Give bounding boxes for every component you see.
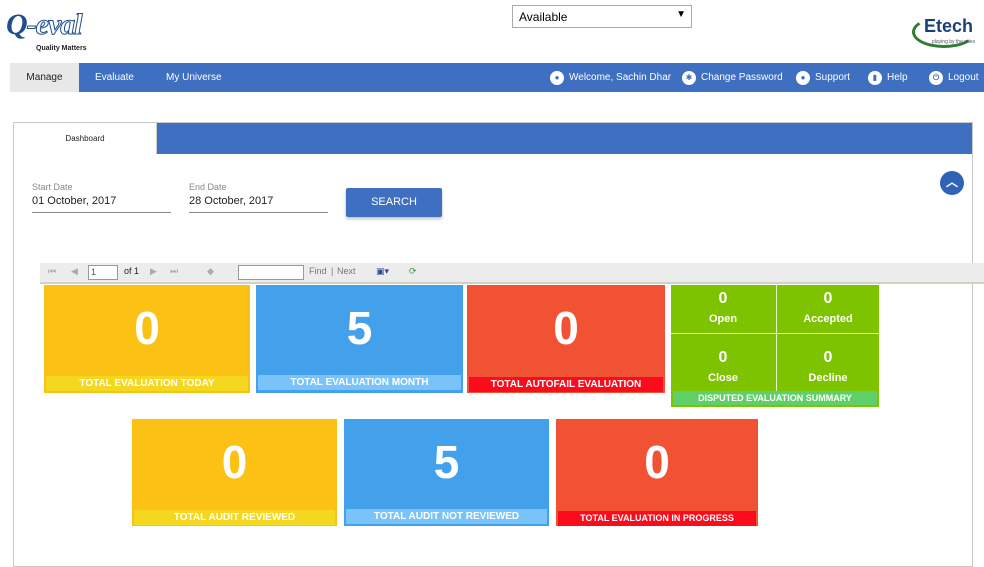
tile-total-evaluation-today[interactable]: 0 TOTAL EVALUATION TODAY	[44, 285, 250, 393]
change-password-link[interactable]: ✱ Change Password	[682, 63, 783, 92]
gear-icon: ✱	[682, 70, 696, 85]
disputed-accepted-label: Accepted	[803, 313, 853, 325]
nav-evaluate[interactable]: Evaluate	[95, 63, 134, 92]
disputed-decline-value: 0	[823, 349, 833, 366]
disputed-accepted[interactable]: 0 Accepted	[776, 290, 880, 325]
welcome-user[interactable]: ● Welcome, Sachin Dhar	[550, 63, 671, 92]
help-link[interactable]: ▮ Help	[868, 63, 908, 92]
page-count-text: of 1	[124, 266, 140, 276]
user-icon: ●	[550, 70, 564, 85]
start-date-input[interactable]: 01 October, 2017	[32, 195, 171, 213]
divider	[671, 333, 879, 334]
etech-wordmark: Etech	[924, 16, 974, 36]
toolbar-separator: |	[331, 266, 334, 276]
power-icon: ⏻	[929, 70, 943, 85]
find-input[interactable]	[238, 265, 304, 280]
tile-total-audit-reviewed[interactable]: 0 TOTAL AUDIT REVIEWED	[132, 419, 337, 526]
back-icon[interactable]: ◆	[207, 266, 214, 277]
availability-select[interactable]: Available ▼	[512, 5, 692, 28]
end-date-field[interactable]: End Date 28 October, 2017	[189, 182, 328, 213]
disputed-open-value: 0	[718, 290, 728, 307]
tile-caption: TOTAL EVALUATION MONTH	[258, 375, 461, 390]
etech-tagline: playing by the rules	[932, 39, 976, 45]
search-button[interactable]: SEARCH	[346, 188, 442, 217]
support-link[interactable]: ● Support	[796, 63, 850, 92]
tile-caption: TOTAL AUTOFAIL EVALUATION	[469, 377, 663, 392]
tile-total-audit-not-reviewed[interactable]: 5 TOTAL AUDIT NOT REVIEWED	[344, 419, 549, 526]
tab-dashboard[interactable]: Dashboard	[14, 123, 157, 154]
panel-header: Dashboard	[14, 123, 972, 154]
disputed-accepted-value: 0	[823, 290, 833, 307]
book-icon: ▮	[868, 70, 882, 85]
help-label: Help	[887, 72, 908, 83]
tile-total-evaluation-in-progress[interactable]: 0 TOTAL EVALUATION IN PROGRESS	[556, 419, 758, 526]
first-page-icon[interactable]: ⏮	[48, 266, 56, 277]
tile-total-evaluation-month[interactable]: 5 TOTAL EVALUATION MONTH	[256, 285, 463, 393]
disputed-close-value: 0	[718, 349, 728, 366]
tile-caption: TOTAL EVALUATION IN PROGRESS	[558, 511, 756, 526]
chevron-up-icon[interactable]: ︿	[940, 171, 964, 195]
tile-caption: TOTAL AUDIT NOT REVIEWED	[346, 509, 547, 524]
disputed-decline[interactable]: 0 Decline	[776, 349, 880, 384]
change-password-label: Change Password	[701, 72, 783, 83]
prev-page-icon[interactable]: ◀	[71, 266, 78, 277]
tile-total-autofail-evaluation[interactable]: 0 TOTAL AUTOFAIL EVALUATION	[467, 285, 665, 393]
find-link[interactable]: Find	[309, 266, 327, 276]
welcome-text: Welcome, Sachin Dhar	[569, 72, 672, 83]
start-date-field[interactable]: Start Date 01 October, 2017	[32, 182, 171, 213]
logout-label: Logout	[948, 72, 979, 83]
last-page-icon[interactable]: ⏭	[170, 266, 178, 277]
next-link[interactable]: Next	[337, 266, 356, 276]
tile-caption: TOTAL AUDIT REVIEWED	[134, 510, 335, 525]
disputed-close[interactable]: 0 Close	[671, 349, 775, 384]
nav-my-universe[interactable]: My Universe	[166, 63, 222, 92]
disputed-summary-caption: DISPUTED EVALUATION SUMMARY	[673, 391, 877, 405]
start-date-label: Start Date	[32, 182, 73, 192]
support-label: Support	[815, 72, 851, 83]
tile-value: 5	[346, 302, 373, 354]
qeval-logo[interactable]: Q-eval Quality Matters	[6, 6, 96, 56]
logo-tagline: Quality Matters	[36, 45, 87, 52]
disputed-close-label: Close	[708, 372, 738, 384]
next-page-icon[interactable]: ▶	[150, 266, 157, 277]
nav-manage[interactable]: Manage	[10, 63, 79, 92]
end-date-label: End Date	[189, 182, 227, 192]
logo-wordmark: Q-eval	[6, 8, 83, 42]
disputed-evaluation-summary[interactable]: 0 Open 0 Accepted 0 Close 0 Decline DISP…	[671, 285, 879, 407]
export-save-icon[interactable]: ▣▾	[376, 266, 389, 277]
etech-logo: Etech playing by the rules	[912, 12, 978, 48]
disputed-open[interactable]: 0 Open	[671, 290, 775, 325]
dropdown-arrow-icon: ▼	[676, 9, 686, 20]
tile-value: 5	[433, 436, 460, 488]
report-toolbar: ⏮ ◀ 1 of 1 ▶ ⏭ ◆ Find | Next ▣▾ ⟳	[40, 263, 984, 284]
tile-value: 0	[644, 436, 670, 488]
header-bar: Q-eval Quality Matters Available ▼ Etech…	[0, 0, 984, 63]
disputed-open-label: Open	[708, 313, 738, 325]
support-icon: ●	[796, 70, 810, 85]
availability-value: Available	[519, 10, 568, 24]
tile-value: 0	[553, 302, 579, 354]
disputed-decline-label: Decline	[808, 372, 848, 384]
tile-value: 0	[134, 302, 160, 354]
tile-value: 0	[221, 436, 248, 488]
refresh-icon[interactable]: ⟳	[409, 266, 417, 277]
tile-caption: TOTAL EVALUATION TODAY	[46, 376, 248, 391]
logout-link[interactable]: ⏻ Logout	[929, 63, 979, 92]
main-nav: Manage Evaluate My Universe ● Welcome, S…	[10, 63, 984, 92]
page-number-input[interactable]: 1	[88, 265, 118, 280]
end-date-input[interactable]: 28 October, 2017	[189, 195, 328, 213]
